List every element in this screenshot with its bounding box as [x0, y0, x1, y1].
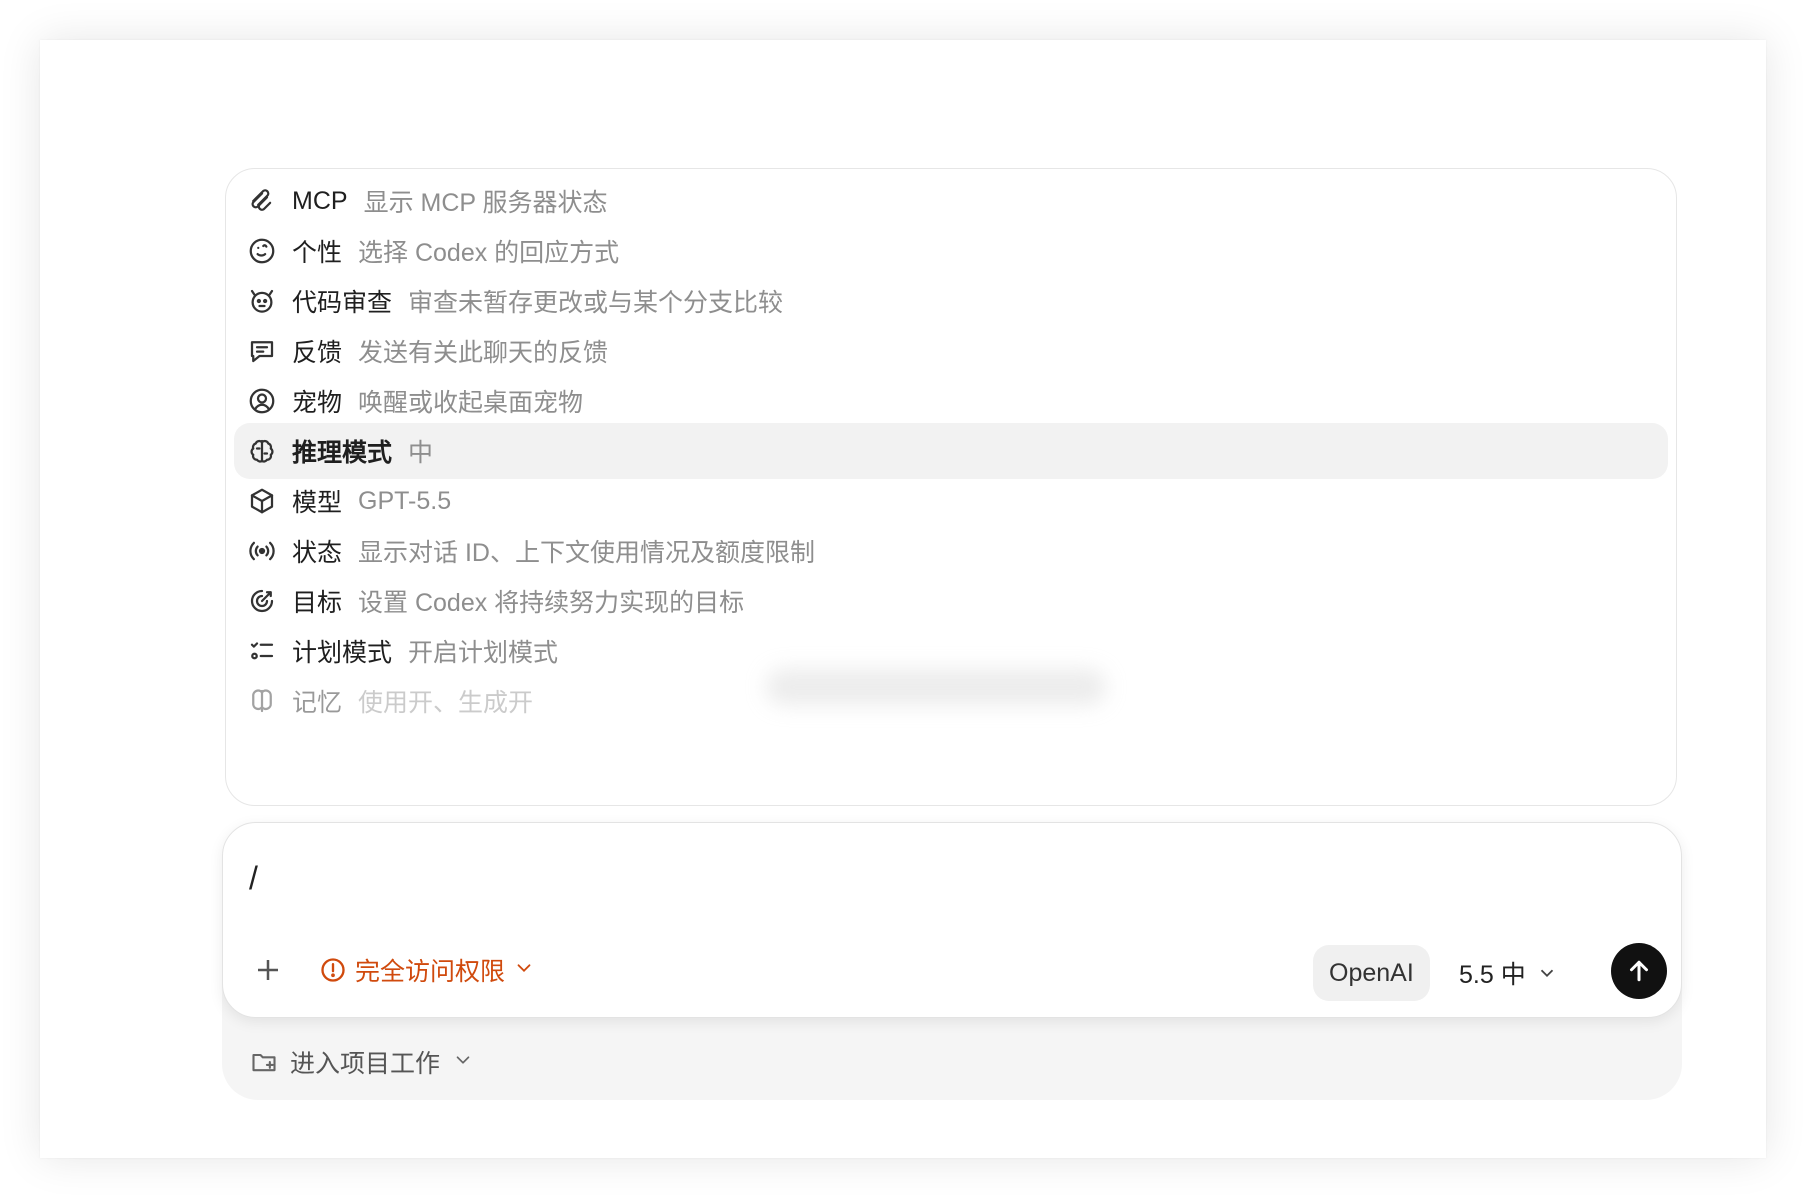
access-permission-dropdown[interactable]: 完全访问权限 [319, 949, 535, 991]
cube-icon [246, 485, 278, 517]
composer: 完全访问权限 OpenAI 5.5 中 [222, 822, 1682, 1018]
code-review-icon [246, 285, 278, 317]
chevron-down-icon [1540, 969, 1553, 978]
prompt-input[interactable] [247, 847, 1551, 909]
access-permission-label: 完全访问权限 [355, 958, 506, 986]
arrow-up-icon [1630, 960, 1648, 982]
menu-item-desc: GPT-5.5 [358, 486, 452, 515]
menu-item-label: 目标 [292, 589, 343, 617]
menu-item-label: 计划模式 [292, 639, 393, 667]
menu-item-label: 代码审查 [292, 289, 393, 317]
model-label: 5.5 中 [1459, 961, 1526, 989]
folder-plus-icon [252, 1053, 276, 1072]
menu-item-code-review[interactable]: 代码审查 审查未暂存更改或与某个分支比较 [234, 273, 1668, 329]
menu-item-desc: 中 [408, 439, 434, 467]
memory-icon [246, 685, 278, 717]
menu-item-label: 推理模式 [292, 439, 393, 467]
menu-item-label: MCP [292, 186, 348, 215]
send-button[interactable] [1611, 943, 1667, 999]
menu-item-label: 反馈 [292, 339, 343, 367]
menu-item-mcp[interactable]: MCP 显示 MCP 服务器状态 [234, 173, 1668, 229]
brain-icon [246, 435, 278, 467]
plus-icon [258, 960, 278, 980]
menu-item-model[interactable]: 模型 GPT-5.5 [234, 473, 1668, 529]
blurred-overlay [766, 669, 1106, 705]
menu-item-feedback[interactable]: 反馈 发送有关此聊天的反馈 [234, 323, 1668, 379]
menu-item-label: 记忆 [292, 689, 343, 717]
slash-command-menu: MCP 显示 MCP 服务器状态 个性 选择 Codex 的回应方式 代码审查 … [225, 168, 1677, 806]
menu-item-desc: 审查未暂存更改或与某个分支比较 [408, 289, 784, 317]
chevron-down-icon [452, 1049, 474, 1076]
provider-button[interactable]: OpenAI [1313, 945, 1430, 1001]
menu-item-desc: 使用开、生成开 [358, 689, 534, 717]
menu-item-status[interactable]: 状态 显示对话 ID、上下文使用情况及额度限制 [234, 523, 1668, 579]
warning-circle-icon [321, 958, 345, 982]
enter-project-label: 进入项目工作 [290, 1050, 441, 1078]
menu-item-desc: 开启计划模式 [408, 639, 559, 667]
enter-project-button[interactable]: 进入项目工作 [250, 1040, 474, 1084]
model-selector[interactable]: 5.5 中 [1459, 945, 1558, 1001]
menu-item-label: 个性 [292, 239, 343, 267]
broadcast-icon [246, 535, 278, 567]
menu-item-desc: 选择 Codex 的回应方式 [358, 239, 620, 267]
menu-item-label: 模型 [292, 489, 343, 517]
menu-item-desc: 发送有关此聊天的反馈 [358, 339, 609, 367]
mcp-icon [246, 185, 278, 217]
checklist-icon [246, 635, 278, 667]
menu-item-label: 宠物 [292, 389, 343, 417]
menu-item-goal[interactable]: 目标 设置 Codex 将持续努力实现的目标 [234, 573, 1668, 629]
menu-item-desc: 设置 Codex 将持续努力实现的目标 [358, 589, 745, 617]
feedback-icon [246, 335, 278, 367]
menu-item-pet[interactable]: 宠物 唤醒或收起桌面宠物 [234, 373, 1668, 429]
chevron-down-icon [513, 957, 535, 984]
menu-item-personality[interactable]: 个性 选择 Codex 的回应方式 [234, 223, 1668, 279]
menu-item-reasoning-mode[interactable]: 推理模式 中 [234, 423, 1668, 479]
pet-icon [246, 385, 278, 417]
menu-item-desc: 唤醒或收起桌面宠物 [358, 389, 584, 417]
menu-item-desc: 显示 MCP 服务器状态 [363, 189, 608, 217]
menu-item-label: 状态 [292, 539, 343, 567]
add-attachment-button[interactable] [249, 951, 287, 989]
target-icon [246, 585, 278, 617]
personality-icon [246, 235, 278, 267]
menu-item-desc: 显示对话 ID、上下文使用情况及额度限制 [358, 539, 815, 567]
